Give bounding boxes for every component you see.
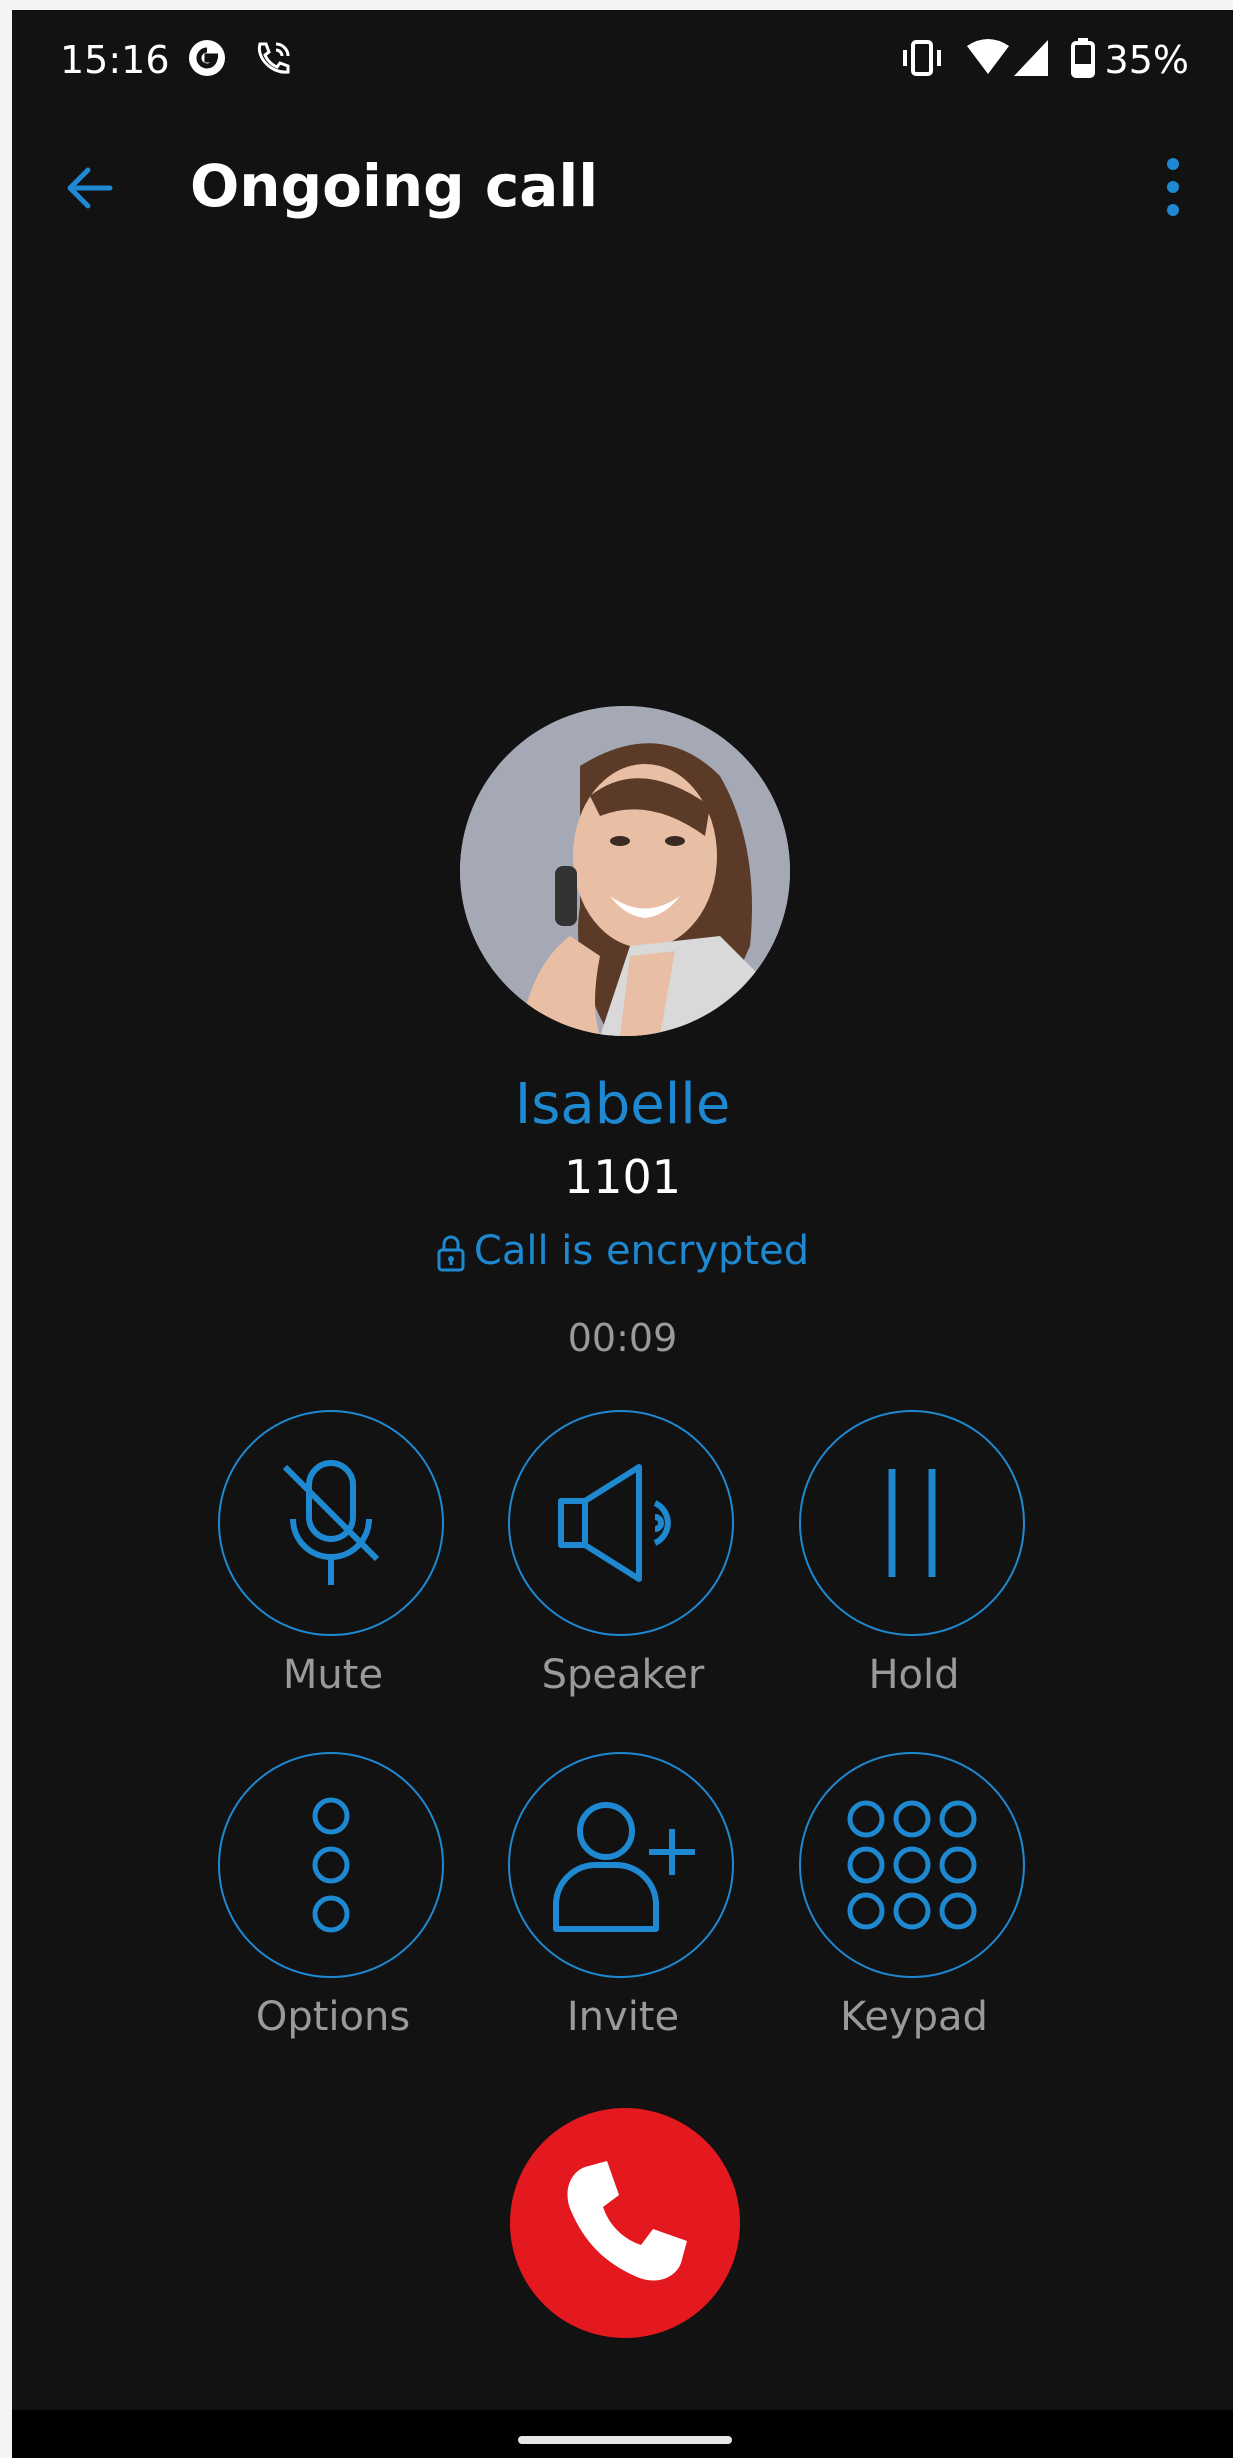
pause-icon xyxy=(888,1469,936,1577)
avatar-photo xyxy=(460,706,790,1036)
home-indicator[interactable] xyxy=(518,2436,732,2444)
vibrate-icon xyxy=(903,40,941,76)
hold-button[interactable]: Hold xyxy=(799,1410,1029,1698)
wifi-icon xyxy=(967,39,1009,74)
keypad-label: Keypad xyxy=(840,1994,988,2040)
contact-name: Isabelle xyxy=(514,1072,731,1137)
nav-bar xyxy=(12,2410,1233,2458)
signal-icon xyxy=(1014,40,1048,76)
hold-circle[interactable] xyxy=(799,1410,1025,1636)
speaker-label: Speaker xyxy=(541,1652,705,1698)
phone-hangup-icon xyxy=(567,2161,687,2281)
more-vert-icon[interactable] xyxy=(1153,152,1193,222)
mute-circle[interactable] xyxy=(218,1410,444,1636)
keypad-button[interactable]: Keypad xyxy=(799,1752,1029,2040)
google-icon xyxy=(189,40,225,76)
wifi-call-icon xyxy=(257,42,290,74)
hangup-button[interactable] xyxy=(510,2108,740,2338)
hold-label: Hold xyxy=(868,1652,960,1698)
speaker-button[interactable]: Speaker xyxy=(508,1410,738,1698)
add-person-icon xyxy=(553,1802,695,1932)
app-bar: Ongoing call xyxy=(12,110,1233,270)
mic-off-icon xyxy=(282,1460,380,1585)
contact-avatar xyxy=(460,706,790,1036)
keypad-circle[interactable] xyxy=(799,1752,1025,1978)
speaker-circle[interactable] xyxy=(508,1410,734,1636)
encryption-label: Call is encrypted xyxy=(473,1228,810,1274)
invite-button[interactable]: Invite xyxy=(508,1752,738,2040)
battery-percent: 35% xyxy=(1104,38,1189,82)
battery-icon xyxy=(1071,38,1095,78)
options-circle[interactable] xyxy=(218,1752,444,1978)
back-arrow-icon[interactable] xyxy=(60,158,120,218)
call-duration: 00:09 xyxy=(567,1316,678,1360)
contact-number: 1101 xyxy=(563,1150,682,1204)
page-title: Ongoing call xyxy=(190,152,599,220)
status-time: 15:16 xyxy=(60,38,170,82)
options-dots-icon xyxy=(312,1797,350,1933)
mute-label: Mute xyxy=(282,1652,384,1698)
encryption-status: Call is encrypted xyxy=(12,1228,1233,1274)
mute-button[interactable]: Mute xyxy=(218,1410,448,1698)
call-screen: 15:16 35% Ongoing call Isabelle 1101 Cal… xyxy=(12,10,1233,2458)
keypad-icon xyxy=(847,1800,977,1930)
invite-label: Invite xyxy=(566,1994,680,2040)
invite-circle[interactable] xyxy=(508,1752,734,1978)
status-bar: 15:16 35% xyxy=(12,10,1233,110)
options-button[interactable]: Options xyxy=(218,1752,448,2040)
lock-icon xyxy=(437,1235,465,1272)
speaker-icon xyxy=(558,1464,671,1582)
options-label: Options xyxy=(255,1994,411,2040)
